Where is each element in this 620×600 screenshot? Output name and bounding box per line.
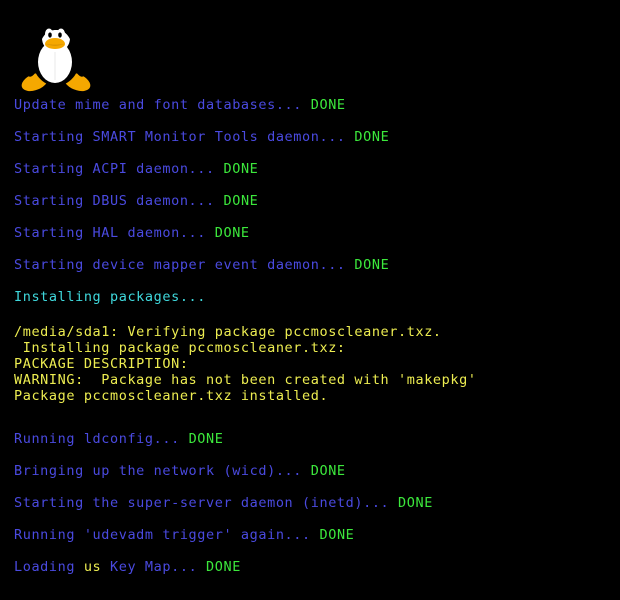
service-label: Starting SMART Monitor Tools daemon... [14, 129, 346, 145]
boot-line-service: Running 'udevadm trigger' again... DONE [0, 524, 620, 556]
service-status: DONE [188, 431, 224, 447]
service-status: DONE [214, 225, 250, 241]
boot-line-service: Starting device mapper event daemon... D… [0, 254, 620, 286]
boot-line-service: Bringing up the network (wicd)... DONE [0, 460, 620, 492]
service-label: Starting DBUS daemon... [14, 193, 215, 209]
service-label: Running 'udevadm trigger' again... [14, 527, 311, 543]
service-status: DONE [223, 193, 259, 209]
boot-log: Update mime and font databases... DONE S… [0, 94, 620, 588]
boot-line-service: Starting HAL daemon... DONE [0, 222, 620, 254]
package-output-block: /media/sda1: Verifying package pccmoscle… [0, 324, 620, 404]
service-status: DONE [398, 495, 433, 511]
package-output-line: Package pccmoscleaner.txz installed. [14, 388, 329, 404]
service-label: Starting ACPI daemon... [14, 161, 215, 177]
service-label: Starting device mapper event daemon... [14, 257, 346, 273]
boot-line-service: Running ldconfig... DONE [0, 428, 620, 460]
boot-line-service: Starting SMART Monitor Tools daemon... D… [0, 126, 620, 158]
service-status: DONE [354, 257, 390, 273]
service-label: Bringing up the network (wicd)... [14, 463, 303, 479]
package-output-line: /media/sda1: Verifying package pccmoscle… [14, 324, 442, 340]
boot-line-keymap: Loading us Key Map... DONE [0, 556, 620, 588]
service-status: DONE [354, 129, 390, 145]
keymap-prefix: Loading [14, 559, 84, 575]
keymap-suffix: Key Map... [101, 559, 198, 575]
keymap-layout: us [83, 559, 102, 575]
package-output-line: PACKAGE DESCRIPTION: [14, 356, 189, 372]
section-header-installing-packages: Installing packages... [14, 289, 207, 305]
service-status: DONE [319, 527, 355, 543]
service-status: DONE [310, 463, 346, 479]
boot-console-screen: Update mime and font databases... DONE S… [0, 0, 620, 600]
boot-line-service: Starting DBUS daemon... DONE [0, 190, 620, 222]
service-label: Running ldconfig... [14, 431, 180, 447]
boot-line-service: Starting ACPI daemon... DONE [0, 158, 620, 190]
tux-penguin-logo [20, 10, 92, 94]
boot-line-service: Update mime and font databases... DONE [0, 94, 620, 126]
service-status: DONE [310, 97, 346, 113]
service-label: Starting the super-server daemon (inetd)… [14, 495, 390, 511]
service-label: Update mime and font databases... [14, 97, 303, 113]
service-label: Starting HAL daemon... [14, 225, 207, 241]
service-status: DONE [223, 161, 259, 177]
service-status: DONE [206, 559, 241, 575]
package-output-line: WARNING: Package has not been created wi… [14, 372, 477, 388]
package-output-line: Installing package pccmoscleaner.txz: [14, 340, 346, 356]
boot-line-service: Starting the super-server daemon (inetd)… [0, 492, 620, 524]
